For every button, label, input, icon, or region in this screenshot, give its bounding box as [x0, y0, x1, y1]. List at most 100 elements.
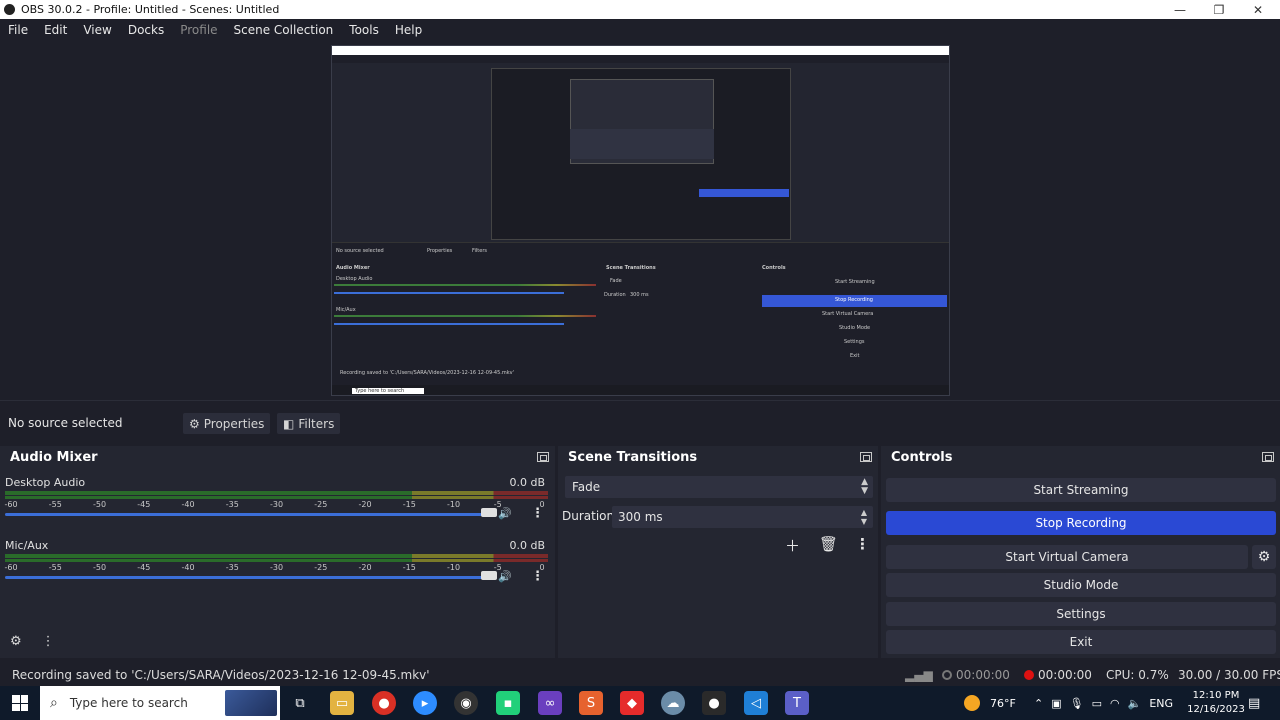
mixer-track-desktop-audio: Desktop Audio 0.0 dB -60 -55 -50 -45 -40 -35 -…: [4, 476, 550, 536]
track-db: 0.0 dB: [509, 476, 545, 489]
settings-button[interactable]: Settings: [886, 602, 1276, 626]
studio-mode-button[interactable]: Studio Mode: [886, 573, 1276, 597]
obs-logo-icon: [4, 4, 15, 15]
float-dock-icon[interactable]: [537, 452, 549, 462]
volume-icon[interactable]: 🔈: [1128, 697, 1142, 710]
filters-button[interactable]: ◧ Filters: [277, 413, 341, 434]
track-name: Desktop Audio: [5, 476, 86, 489]
sublime-icon[interactable]: S: [579, 691, 603, 715]
tray-chevron-icon[interactable]: ⌃: [1034, 697, 1043, 710]
battery-icon[interactable]: ▭: [1092, 697, 1102, 710]
maximize-button[interactable]: ❐: [1199, 0, 1239, 19]
start-button[interactable]: [0, 686, 40, 720]
program-preview[interactable]: No source selected Properties Filters Au…: [331, 45, 950, 396]
weather-temp: 76°F: [990, 696, 1016, 710]
meter-tick-label: -50: [92, 563, 107, 572]
nested-stop-recording: Stop Recording: [835, 297, 873, 303]
exit-button[interactable]: Exit: [886, 630, 1276, 654]
meter-tick-label: -20: [358, 563, 372, 572]
add-transition-icon[interactable]: ＋: [785, 535, 800, 556]
app-icon[interactable]: ☁: [661, 691, 685, 715]
nested-exit: Exit: [850, 353, 860, 359]
menu-tools[interactable]: Tools: [341, 23, 387, 37]
controls-title: Controls: [891, 449, 953, 465]
meter-tick-label: -50: [92, 500, 107, 509]
task-view-icon[interactable]: ⧉: [288, 691, 312, 715]
speaker-icon[interactable]: 🔊: [498, 570, 512, 583]
network-bars-icon: ▂▄▆: [905, 668, 933, 682]
tray-mic-icon[interactable]: 🎙: [1070, 697, 1084, 710]
no-source-label: No source selected: [8, 416, 123, 430]
volume-slider-handle[interactable]: [481, 508, 497, 517]
menu-help[interactable]: Help: [387, 23, 430, 37]
start-virtual-camera-button[interactable]: Start Virtual Camera: [886, 545, 1248, 569]
tray-camera-icon[interactable]: ▣: [1051, 697, 1061, 710]
menu-profile[interactable]: Profile: [172, 23, 225, 37]
properties-label: Properties: [203, 416, 265, 431]
properties-button[interactable]: ⚙ Properties: [183, 413, 271, 434]
remove-transition-trash-icon[interactable]: 🗑: [819, 535, 838, 553]
system-tray: ⌃ ▣ 🎙 ▭ ◠ 🔈 ENG: [1034, 686, 1173, 720]
track-menu-icon[interactable]: ⋮: [531, 569, 544, 584]
volume-slider[interactable]: [5, 513, 489, 516]
weather-widget[interactable]: 76°F: [964, 686, 1016, 720]
minimize-button[interactable]: —: [1160, 0, 1200, 19]
vscode-icon[interactable]: ◁: [744, 691, 768, 715]
meter-tick-label: -20: [358, 500, 372, 509]
camera-app-icon[interactable]: ●: [702, 691, 726, 715]
search-placeholder: Type here to search: [69, 696, 188, 710]
nested-mic: Mic/Aux: [336, 307, 356, 313]
duration-value: 300 ms: [618, 510, 663, 524]
windows-logo-icon: [12, 695, 28, 711]
volume-slider-handle[interactable]: [481, 571, 497, 580]
menu-edit[interactable]: Edit: [36, 23, 75, 37]
anydesk-icon[interactable]: ◆: [620, 691, 644, 715]
menu-docks[interactable]: Docks: [120, 23, 172, 37]
spin-arrows-icon[interactable]: ▲ ▼: [861, 508, 867, 526]
transition-select[interactable]: Fade ▲ ▼: [565, 476, 873, 498]
chrome-icon[interactable]: ●: [372, 691, 396, 715]
menu-view[interactable]: View: [75, 23, 119, 37]
speaker-icon[interactable]: 🔊: [498, 507, 512, 520]
nested-search: Type here to search: [352, 388, 425, 394]
taskbar-search[interactable]: ⌕ Type here to search: [40, 686, 280, 720]
language-indicator[interactable]: ENG: [1149, 697, 1173, 710]
audio-mixer-header: Audio Mixer: [0, 446, 555, 468]
close-button[interactable]: ✕: [1238, 0, 1278, 19]
menu-file[interactable]: File: [0, 23, 36, 37]
scene-transitions-title: Scene Transitions: [568, 449, 698, 465]
virtual-camera-settings-gear-icon[interactable]: ⚙: [1252, 545, 1276, 569]
teams-icon[interactable]: T: [785, 691, 809, 715]
meter-tick-label: -40: [181, 563, 195, 572]
float-dock-icon[interactable]: [860, 452, 872, 462]
wifi-icon[interactable]: ◠: [1110, 697, 1120, 710]
obs-taskbar-icon[interactable]: ◉: [454, 691, 478, 715]
advanced-audio-gear-icon[interactable]: ⚙: [10, 634, 22, 649]
nested-menu-bar: [332, 55, 949, 63]
menu-scene-collection[interactable]: Scene Collection: [226, 23, 342, 37]
volume-meter-right: [5, 496, 548, 499]
visual-studio-icon[interactable]: ∞: [538, 691, 562, 715]
file-explorer-icon[interactable]: ▭: [330, 691, 354, 715]
mixer-menu-icon[interactable]: ⋮: [42, 634, 55, 649]
meter-tick-label: -60: [4, 563, 18, 572]
track-menu-icon[interactable]: ⋮: [531, 506, 544, 521]
meter-tick-label: -55: [48, 500, 62, 509]
transition-menu-icon[interactable]: ⋮: [855, 535, 870, 553]
start-streaming-button[interactable]: Start Streaming: [886, 478, 1276, 502]
mixer-toolbar: ⚙ ⋮: [10, 634, 55, 649]
meter-tick-label: -55: [48, 563, 62, 572]
pycharm-icon[interactable]: ▪: [496, 691, 520, 715]
volume-slider[interactable]: [5, 576, 489, 579]
float-dock-icon[interactable]: [1262, 452, 1274, 462]
meter-tick-label: -35: [225, 500, 239, 509]
duration-spinbox[interactable]: 300 ms ▲ ▼: [612, 506, 873, 528]
taskbar-clock[interactable]: 12:10 PM 12/16/2023: [1186, 689, 1246, 717]
mixer-track-mic-aux: Mic/Aux 0.0 dB -60 -55 -50 -45 -40 -35 -30 -25 -…: [4, 539, 550, 599]
stream-status: 00:00:00: [942, 668, 1010, 682]
notifications-icon[interactable]: ▤: [1248, 686, 1260, 720]
nested-taskbar: Type here to search: [332, 385, 949, 395]
stop-recording-button[interactable]: Stop Recording: [886, 511, 1276, 535]
zoom-icon[interactable]: ▸: [413, 691, 437, 715]
nested-virtual-camera: Start Virtual Camera: [822, 311, 874, 317]
